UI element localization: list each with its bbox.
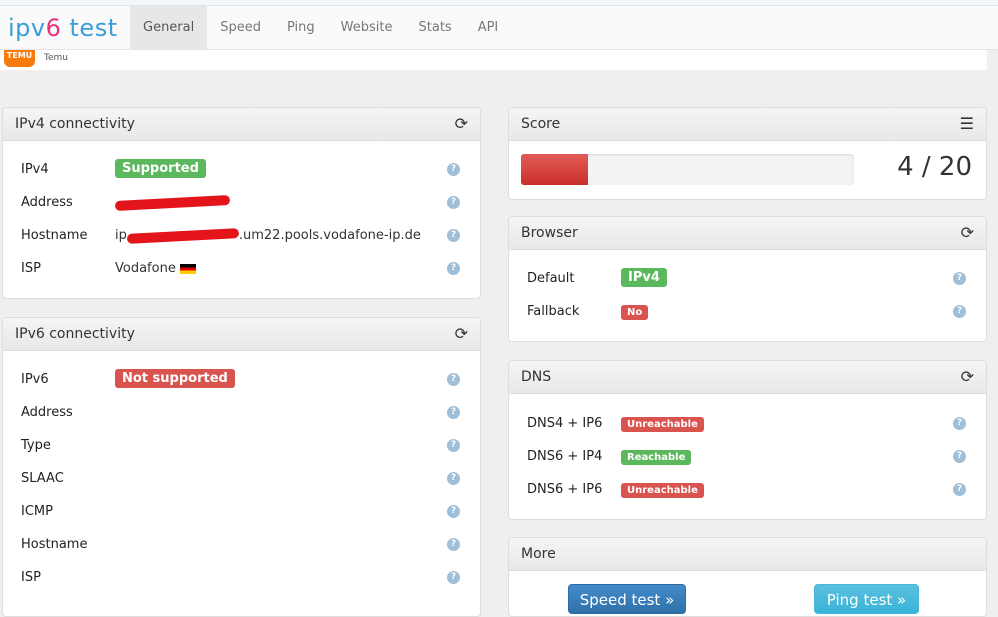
row-label: Address bbox=[21, 405, 73, 420]
redaction bbox=[114, 194, 231, 211]
row-label: Hostname bbox=[21, 228, 88, 243]
temu-logo[interactable]: TEMU bbox=[4, 50, 35, 67]
redaction bbox=[126, 227, 240, 244]
score-progress-fill bbox=[521, 154, 588, 185]
list-icon[interactable]: ☰ bbox=[960, 108, 974, 140]
tab-stats[interactable]: Stats bbox=[406, 6, 465, 50]
status-badge: IPv4 bbox=[621, 268, 667, 287]
more-panel: More Speed test » Ping test » bbox=[508, 537, 987, 617]
help-icon[interactable]: ? bbox=[447, 505, 460, 518]
row-label: SLAAC bbox=[21, 471, 64, 486]
panel-title: IPv4 connectivity bbox=[15, 116, 135, 132]
refresh-icon[interactable]: ⟳ bbox=[961, 361, 974, 393]
help-icon[interactable]: ? bbox=[447, 163, 460, 176]
row-label: ICMP bbox=[21, 504, 53, 519]
logo[interactable]: ipv6 test bbox=[8, 14, 118, 42]
logo-six: 6 bbox=[45, 14, 62, 42]
score-panel: Score ☰ 4 / 20 bbox=[508, 107, 987, 200]
panel-title: Score bbox=[521, 116, 561, 132]
panel-title: Browser bbox=[521, 225, 578, 241]
help-icon[interactable]: ? bbox=[447, 406, 460, 419]
tab-ping[interactable]: Ping bbox=[274, 6, 328, 50]
ad-banner[interactable]: TEMU Temu bbox=[0, 50, 987, 70]
german-flag-icon bbox=[179, 263, 196, 274]
refresh-icon[interactable]: ⟳ bbox=[455, 108, 468, 140]
speed-test-button[interactable]: Speed test » bbox=[568, 584, 686, 614]
ipv6-panel: IPv6 connectivity ⟳ IPv6 Not supported? Ad… bbox=[2, 317, 481, 617]
ipv4-panel: IPv4 connectivity ⟳ IPv4 Supported? Addres… bbox=[2, 107, 481, 299]
status-badge: No bbox=[621, 305, 649, 320]
help-icon[interactable]: ? bbox=[447, 373, 460, 386]
help-icon[interactable]: ? bbox=[447, 571, 460, 584]
logo-text: ipv bbox=[8, 14, 46, 42]
score-value: 4 / 20 bbox=[897, 152, 972, 182]
browser-panel: Browser ⟳ Default IPv4? Fallback No? bbox=[508, 216, 987, 342]
refresh-icon[interactable]: ⟳ bbox=[961, 217, 974, 249]
help-icon[interactable]: ? bbox=[447, 538, 460, 551]
tab-speed[interactable]: Speed bbox=[207, 6, 274, 50]
refresh-icon[interactable]: ⟳ bbox=[455, 318, 468, 350]
row-label: DNS6 + IP4 bbox=[527, 449, 603, 464]
ad-text[interactable]: Temu bbox=[44, 53, 68, 63]
help-icon[interactable]: ? bbox=[447, 439, 460, 452]
panel-title: More bbox=[521, 546, 556, 562]
status-badge: Reachable bbox=[621, 450, 692, 465]
status-badge: Supported bbox=[115, 159, 206, 178]
navbar: ipv6 test General Speed Ping Website Sta… bbox=[0, 6, 998, 50]
help-icon[interactable]: ? bbox=[953, 305, 966, 318]
row-label: Hostname bbox=[21, 537, 88, 552]
hostname-prefix: ip bbox=[115, 228, 127, 243]
status-badge: Not supported bbox=[115, 369, 235, 388]
row-label: ISP bbox=[21, 261, 41, 276]
logo-text-2: test bbox=[61, 14, 118, 42]
status-badge: Unreachable bbox=[621, 417, 704, 432]
dns-panel: DNS ⟳ DNS4 + IP6 Unreachable? DNS6 + IP4 Re… bbox=[508, 360, 987, 520]
row-label: Type bbox=[21, 438, 51, 453]
row-label: DNS6 + IP6 bbox=[527, 482, 603, 497]
row-label: Address bbox=[21, 195, 73, 210]
status-badge: Unreachable bbox=[621, 483, 704, 498]
help-icon[interactable]: ? bbox=[953, 417, 966, 430]
tab-api[interactable]: API bbox=[465, 6, 512, 50]
row-label: DNS4 + IP6 bbox=[527, 416, 603, 431]
help-icon[interactable]: ? bbox=[447, 472, 460, 485]
tab-general[interactable]: General bbox=[130, 6, 208, 50]
panel-title: DNS bbox=[521, 369, 552, 385]
help-icon[interactable]: ? bbox=[447, 229, 460, 242]
row-label: IPv6 bbox=[21, 372, 49, 387]
tab-website[interactable]: Website bbox=[328, 6, 406, 50]
help-icon[interactable]: ? bbox=[953, 272, 966, 285]
row-label: Default bbox=[527, 271, 575, 286]
help-icon[interactable]: ? bbox=[953, 450, 966, 463]
help-icon[interactable]: ? bbox=[447, 262, 460, 275]
row-label: ISP bbox=[21, 570, 41, 585]
help-icon[interactable]: ? bbox=[447, 196, 460, 209]
score-progress-bar bbox=[521, 154, 854, 185]
isp-value: Vodafone bbox=[115, 261, 176, 276]
panel-title: IPv6 connectivity bbox=[15, 326, 135, 342]
row-label: IPv4 bbox=[21, 162, 49, 177]
ping-test-button[interactable]: Ping test » bbox=[814, 584, 919, 614]
row-label: Fallback bbox=[527, 304, 580, 319]
help-icon[interactable]: ? bbox=[953, 483, 966, 496]
hostname-suffix: .um22.pools.vodafone-ip.de bbox=[238, 228, 421, 243]
